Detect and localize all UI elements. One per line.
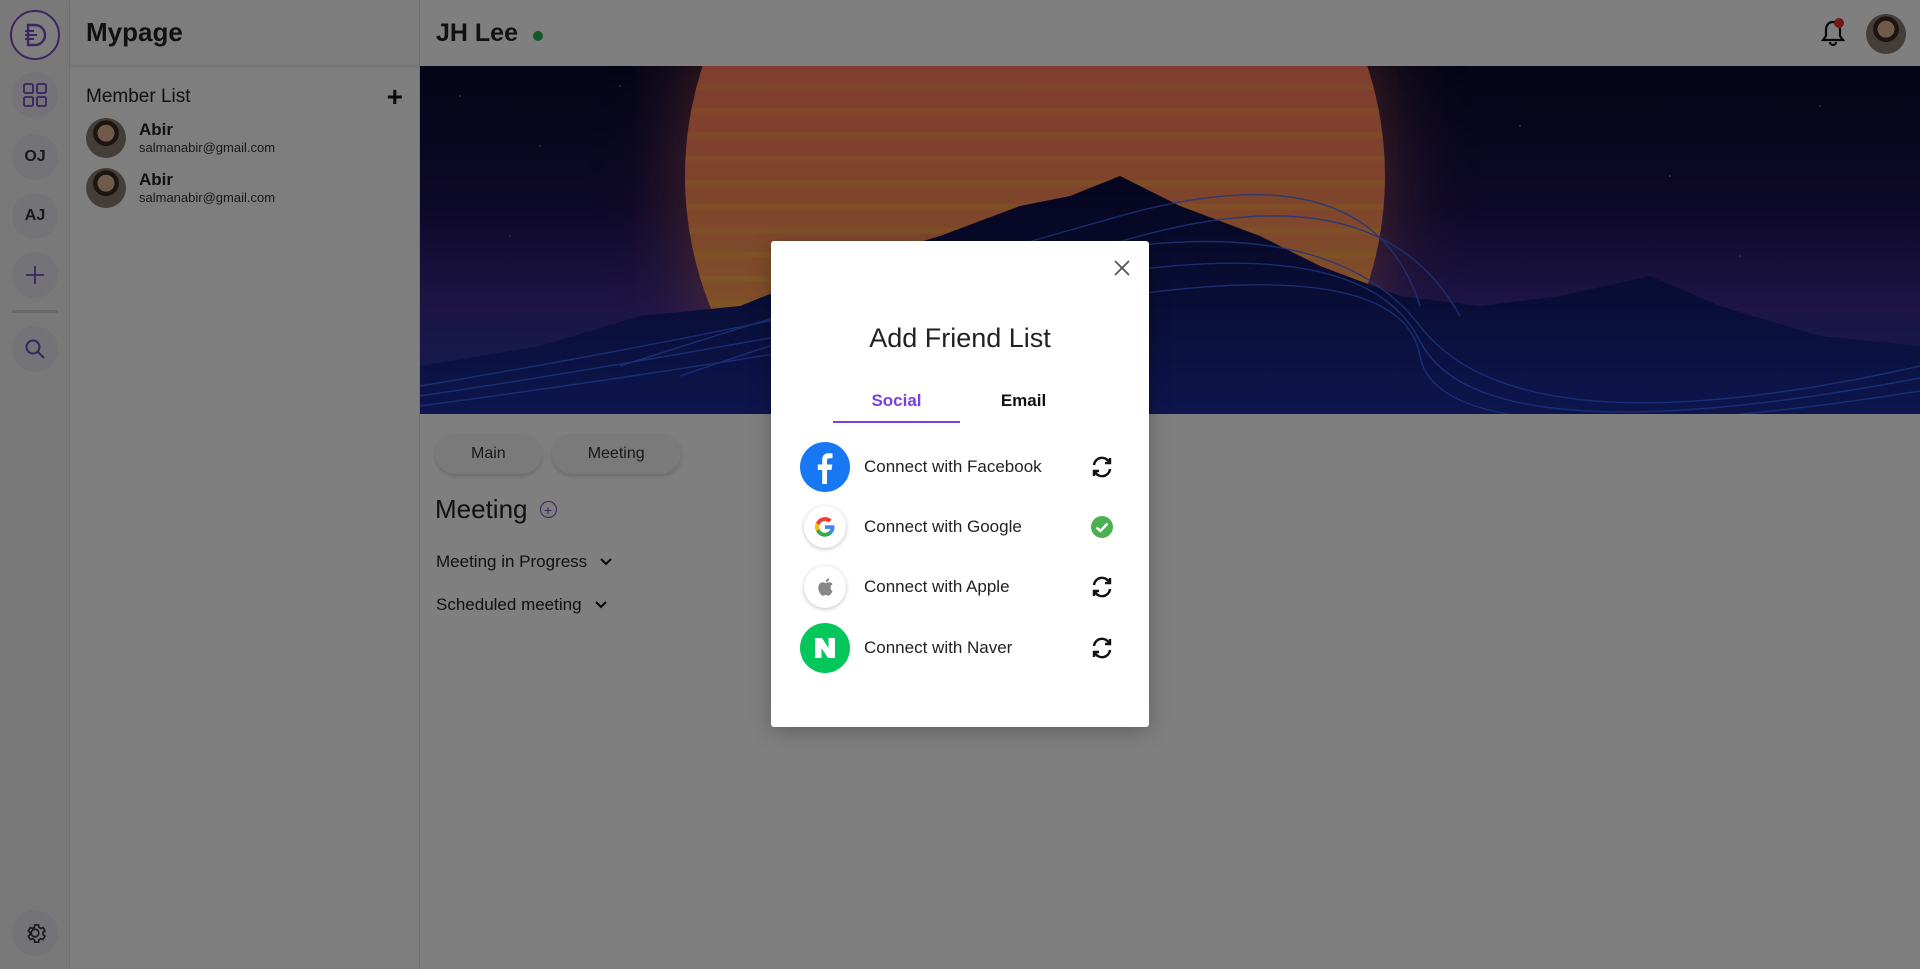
- social-label: Connect with Apple: [864, 577, 1010, 596]
- check-circle-icon: [1089, 514, 1115, 540]
- modal-tabs: Social Email: [833, 387, 1087, 423]
- social-label: Connect with Naver: [864, 638, 1013, 657]
- naver-icon: [800, 623, 850, 673]
- refresh-icon[interactable]: [1089, 635, 1115, 661]
- connect-naver-row[interactable]: Connect with Naver: [800, 622, 1120, 674]
- connect-facebook-row[interactable]: Connect with Facebook: [800, 441, 1120, 493]
- connect-apple-row[interactable]: Connect with Apple: [800, 561, 1120, 613]
- facebook-icon: [800, 442, 850, 492]
- connect-google-row[interactable]: Connect with Google: [800, 501, 1120, 553]
- modal-title: Add Friend List: [869, 323, 1051, 353]
- social-label: Connect with Facebook: [864, 457, 1042, 476]
- apple-icon: [804, 566, 846, 608]
- refresh-icon[interactable]: [1089, 574, 1115, 600]
- tab-social[interactable]: Social: [833, 387, 960, 423]
- google-icon: [804, 506, 846, 548]
- add-friend-modal: Add Friend List Social Email Connect wit…: [771, 241, 1149, 727]
- refresh-icon[interactable]: [1089, 454, 1115, 480]
- close-icon[interactable]: [1111, 257, 1133, 279]
- social-label: Connect with Google: [864, 517, 1022, 536]
- tab-email[interactable]: Email: [960, 387, 1087, 423]
